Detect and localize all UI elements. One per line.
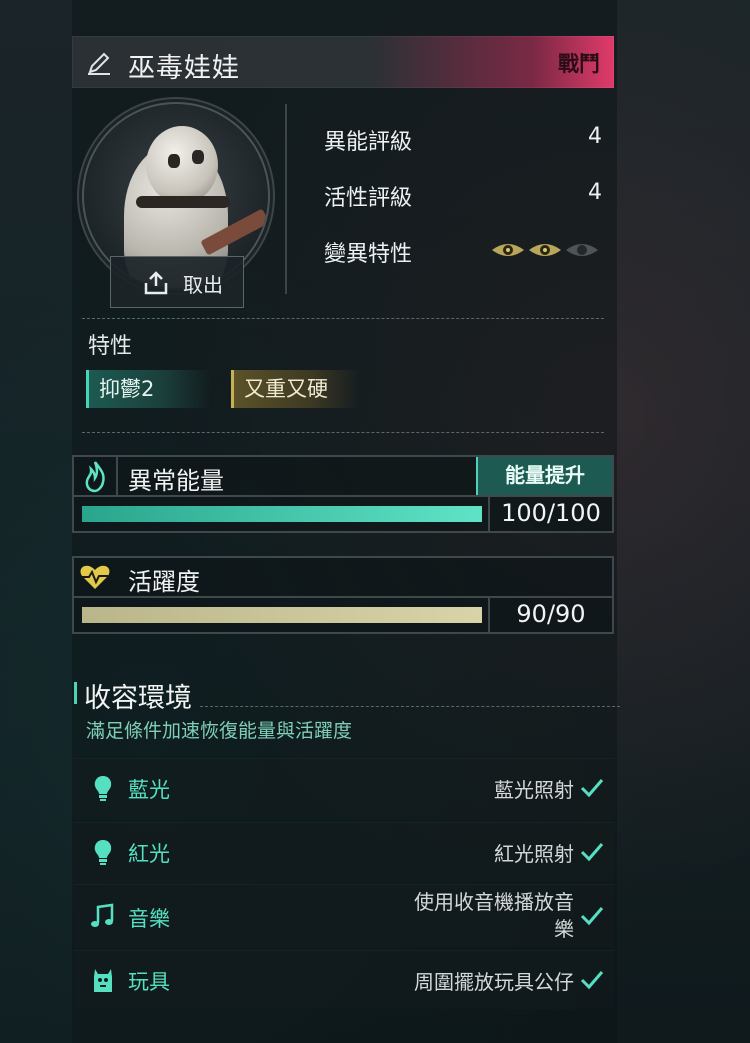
doll-rope [136, 196, 230, 208]
energy-title: 異常能量 [128, 467, 224, 495]
environment-row-blue-light: 藍光 藍光照射 [74, 758, 614, 817]
vitality-title: 活躍度 [128, 568, 200, 596]
environment-condition-line: 樂 [554, 917, 574, 941]
mutation-trait-label: 變異特性 [324, 242, 413, 267]
environment-name: 玩具 [128, 970, 170, 994]
flame-icon [85, 461, 105, 493]
environment-condition: 藍光照射 [494, 778, 574, 802]
energy-icon-cell [74, 457, 118, 495]
environment-condition-line: 使用收音機播放音 [414, 890, 574, 914]
activity-rating-value: 4 [588, 180, 602, 205]
heart-pulse-icon [80, 565, 110, 589]
take-out-label: 取出 [183, 273, 223, 297]
environment-title: 收容環境 [84, 683, 192, 714]
vitality-icon-cell [74, 558, 116, 596]
energy-bar-fill [82, 506, 482, 522]
eye-icon [529, 244, 561, 256]
dashed-divider [200, 706, 620, 707]
eye-icon [566, 244, 598, 256]
doll-eye [168, 154, 180, 168]
vitality-bar-fill [82, 607, 482, 623]
environment-name: 音樂 [128, 907, 170, 931]
environment-condition: 紅光照射 [494, 842, 574, 866]
activity-rating-label: 活性評級 [324, 186, 413, 211]
traits-title: 特性 [88, 334, 133, 359]
eye-icon [492, 244, 524, 256]
bulb-icon [94, 840, 112, 865]
ability-rating-value: 4 [588, 124, 602, 149]
environment-row-red-light: 紅光 紅光照射 [74, 822, 614, 881]
combat-badge: 戰鬥 [558, 52, 600, 76]
check-icon [580, 907, 604, 926]
dashed-divider [82, 432, 604, 433]
environment-row-music: 音樂 使用收音機播放音 樂 [74, 884, 614, 947]
section-accent [74, 682, 77, 704]
music-note-icon [91, 903, 114, 927]
doll-head-image [146, 126, 218, 204]
mutation-eyes [492, 244, 598, 256]
trait-tag[interactable]: 又重又硬 [231, 370, 359, 408]
title-bar: 巫毒娃娃 戰鬥 [72, 36, 614, 88]
environment-condition: 周圍擺放玩具公仔 [414, 970, 574, 994]
ability-rating-label: 異能評級 [324, 130, 413, 155]
divider [285, 104, 287, 294]
energy-boost-button[interactable]: 能量提升 [476, 457, 612, 495]
bulb-icon [94, 776, 112, 801]
vitality-value: 90/90 [488, 596, 612, 632]
environment-subtitle: 滿足條件加速恢復能量與活躍度 [86, 720, 353, 742]
toy-icon [94, 969, 112, 992]
energy-value: 100/100 [488, 495, 612, 531]
edit-pencil-icon[interactable] [86, 50, 112, 76]
environment-condition: 使用收音機播放音 樂 [414, 889, 574, 943]
environment-name: 藍光 [128, 778, 170, 802]
energy-bar [82, 506, 482, 522]
anomaly-name: 巫毒娃娃 [128, 53, 240, 84]
environment-row-toy: 玩具 周圍擺放玩具公仔 [74, 950, 614, 1009]
export-icon [144, 271, 168, 295]
check-icon [580, 843, 604, 862]
energy-panel: 異常能量 能量提升 100/100 [72, 455, 614, 533]
vitality-panel: 活躍度 90/90 [72, 556, 614, 634]
vitality-bar [82, 607, 482, 623]
check-icon [580, 779, 604, 798]
environment-name: 紅光 [128, 842, 170, 866]
doll-eye [192, 150, 204, 164]
trait-tag[interactable]: 抑鬱2 [86, 370, 210, 408]
take-out-button[interactable]: 取出 [110, 256, 244, 308]
dashed-divider [82, 318, 604, 319]
check-icon [580, 971, 604, 990]
